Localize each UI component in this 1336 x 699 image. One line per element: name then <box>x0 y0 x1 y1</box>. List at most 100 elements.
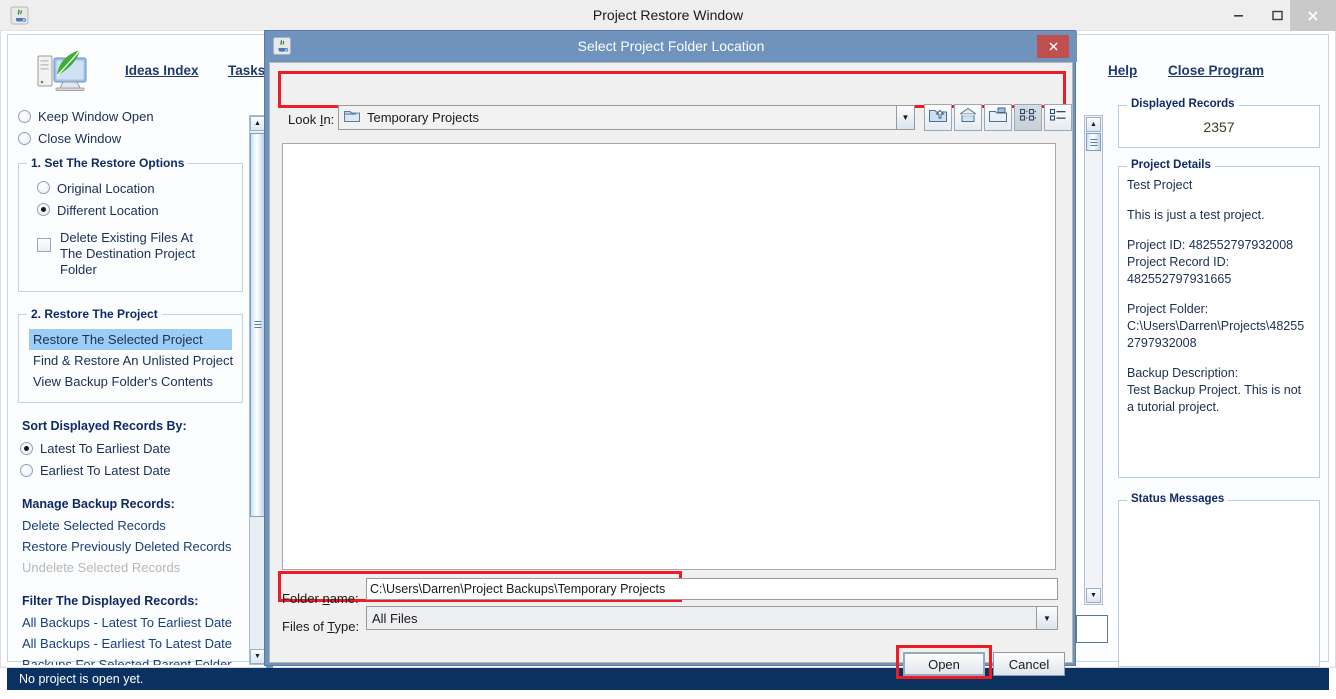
os-titlebar: Project Restore Window <box>0 0 1336 31</box>
look-in-dropdown-arrow-icon[interactable]: ▼ <box>896 105 915 130</box>
displayed-records-value: 2357 <box>1203 119 1235 135</box>
project-record-id-value: 482552797931665 <box>1127 272 1232 286</box>
project-record-id-label: Project Record ID: <box>1127 255 1230 269</box>
app-logo-icon <box>36 48 94 96</box>
link-restore-previously-deleted-records[interactable]: Restore Previously Deleted Records <box>18 536 243 557</box>
radio-close-window[interactable]: Close Window <box>18 127 243 149</box>
list-item-view-backup-contents[interactable]: View Backup Folder's Contents <box>29 371 232 392</box>
os-window-title: Project Restore Window <box>592 7 744 23</box>
radio-different-location[interactable]: Different Location <box>29 200 232 222</box>
radio-original-location[interactable]: Original Location <box>29 178 232 200</box>
scrollbar-thumb[interactable] <box>250 133 265 517</box>
left-options-panel: Keep Window Open Close Window 1. Set The… <box>18 105 243 665</box>
up-one-level-button[interactable] <box>924 104 952 131</box>
link-all-backups-latest-earliest[interactable]: All Backups - Latest To Earliest Date <box>18 612 243 633</box>
radio-icon <box>18 131 31 145</box>
checkbox-label: Delete Existing Files At The Destination… <box>60 230 196 277</box>
project-description: This is just a test project. <box>1127 208 1265 222</box>
project-details-body: Test Project This is just a test project… <box>1119 167 1319 426</box>
files-of-type-combobox[interactable]: All Files <box>366 606 1058 630</box>
group-restore-the-project: 2. Restore The Project Restore The Selec… <box>18 307 243 403</box>
nav-link-ideas-index[interactable]: Ideas Index <box>125 63 199 78</box>
status-bar: No project is open yet. <box>7 668 1329 690</box>
group-title: Displayed Records <box>1127 98 1239 110</box>
radio-label: Different Location <box>57 203 159 218</box>
select-project-folder-dialog: Select Project Folder Location Temporary… <box>264 30 1077 679</box>
project-folder: Project Folder: C:\Users\Darren\Projects… <box>1127 301 1311 352</box>
link-delete-selected-records[interactable]: Delete Selected Records <box>18 515 243 536</box>
scroll-up-arrow-icon[interactable]: ▲ <box>250 116 265 131</box>
project-name: Test Project <box>1127 178 1193 192</box>
dialog-content: Temporary Projects ▼ Look In: Folder nam… <box>269 62 1073 679</box>
radio-label: Keep Window Open <box>38 108 154 124</box>
radio-icon <box>37 203 50 216</box>
radio-earliest-to-latest[interactable]: Earliest To Latest Date <box>18 459 243 481</box>
list-view-button[interactable] <box>1014 104 1042 131</box>
look-in-value: Temporary Projects <box>367 110 479 125</box>
project-folder-value: C:\Users\Darren\Projects\482552797932008 <box>1127 319 1305 350</box>
home-icon <box>959 107 977 128</box>
link-backups-selected-parent-folder[interactable]: Backups For Selected Parent Folder <box>18 654 243 665</box>
details-view-button[interactable] <box>1044 104 1072 131</box>
minimize-button[interactable] <box>1219 0 1258 31</box>
radio-icon <box>18 109 31 123</box>
checkbox-delete-existing-files[interactable]: Delete Existing Files At The Destination… <box>29 227 232 281</box>
radio-icon <box>20 463 33 477</box>
nav-link-close-program[interactable]: Close Program <box>1168 63 1264 78</box>
open-button[interactable]: Open <box>903 652 985 676</box>
backup-description-value: Test Backup Project. This is not a tutor… <box>1127 383 1302 414</box>
screen-root: Project Restore Window Ideas Index Tasks… <box>0 0 1336 699</box>
files-of-type-dropdown-arrow-icon[interactable]: ▼ <box>1036 606 1058 630</box>
create-new-folder-button[interactable] <box>984 104 1012 131</box>
heading-sort-displayed-records: Sort Displayed Records By: <box>22 419 187 433</box>
radio-label: Original Location <box>57 181 155 196</box>
radio-label: Close Window <box>38 130 122 146</box>
radio-icon <box>20 441 33 455</box>
right-info-panel: Displayed Records 2357 Project Details T… <box>1118 98 1320 667</box>
look-in-label: Look In: <box>288 112 335 127</box>
nav-link-help[interactable]: Help <box>1108 63 1137 78</box>
home-button[interactable] <box>954 104 982 131</box>
nav-link-tasks[interactable]: Tasks <box>228 63 265 78</box>
details-view-icon <box>1049 107 1067 128</box>
folder-name-input[interactable]: C:\Users\Darren\Project Backups\Temporar… <box>366 578 1058 600</box>
radio-icon <box>37 181 50 194</box>
backup-description-label: Backup Description: <box>1127 366 1239 380</box>
heading-filter-displayed-records: Filter The Displayed Records: <box>22 594 199 608</box>
scroll-down-arrow-icon[interactable]: ▼ <box>250 649 265 664</box>
up-folder-icon <box>929 107 947 128</box>
group-status-messages: Status Messages <box>1118 493 1320 667</box>
group-displayed-records: Displayed Records 2357 <box>1118 98 1320 148</box>
radio-label: Latest To Earliest Date <box>40 440 171 456</box>
look-in-combobox[interactable]: Temporary Projects <box>338 105 913 130</box>
close-window-button[interactable] <box>1290 0 1336 31</box>
right-scrollbar[interactable]: ▲ ▼ <box>1084 115 1103 605</box>
files-of-type-value: All Files <box>372 610 418 626</box>
scrollbar-grip-icon <box>1090 139 1097 146</box>
scrollbar-thumb[interactable] <box>1086 133 1101 151</box>
folder-name-value: C:\Users\Darren\Project Backups\Temporar… <box>370 582 666 596</box>
folder-icon <box>344 108 360 127</box>
cancel-button[interactable]: Cancel <box>993 652 1065 676</box>
heading-manage-backup-records: Manage Backup Records: <box>22 497 175 511</box>
checkbox-icon <box>37 238 51 252</box>
scroll-down-arrow-icon[interactable]: ▼ <box>1086 588 1101 603</box>
project-id-line: Project ID: 482552797932008 <box>1127 238 1294 252</box>
project-folder-label: Project Folder: <box>1127 302 1209 316</box>
file-list[interactable] <box>282 143 1056 570</box>
scroll-up-arrow-icon[interactable]: ▲ <box>1086 117 1101 132</box>
list-item-find-restore-unlisted[interactable]: Find & Restore An Unlisted Project <box>29 350 233 371</box>
group-title: 1. Set The Restore Options <box>27 156 189 170</box>
list-view-icon <box>1019 107 1037 128</box>
list-item-restore-selected-project[interactable]: Restore The Selected Project <box>29 329 232 350</box>
dialog-close-button[interactable] <box>1037 35 1069 58</box>
status-bar-text: No project is open yet. <box>19 672 144 686</box>
link-all-backups-earliest-latest[interactable]: All Backups - Earliest To Latest Date <box>18 633 243 654</box>
radio-latest-to-earliest[interactable]: Latest To Earliest Date <box>18 437 243 459</box>
dialog-title: Select Project Folder Location <box>577 38 765 54</box>
radio-keep-window-open[interactable]: Keep Window Open <box>18 105 243 127</box>
look-in-row-highlight <box>278 71 1066 108</box>
group-title: 2. Restore The Project <box>27 307 162 321</box>
dialog-titlebar: Select Project Folder Location <box>265 31 1077 62</box>
folder-name-label: Folder name: <box>282 591 359 606</box>
